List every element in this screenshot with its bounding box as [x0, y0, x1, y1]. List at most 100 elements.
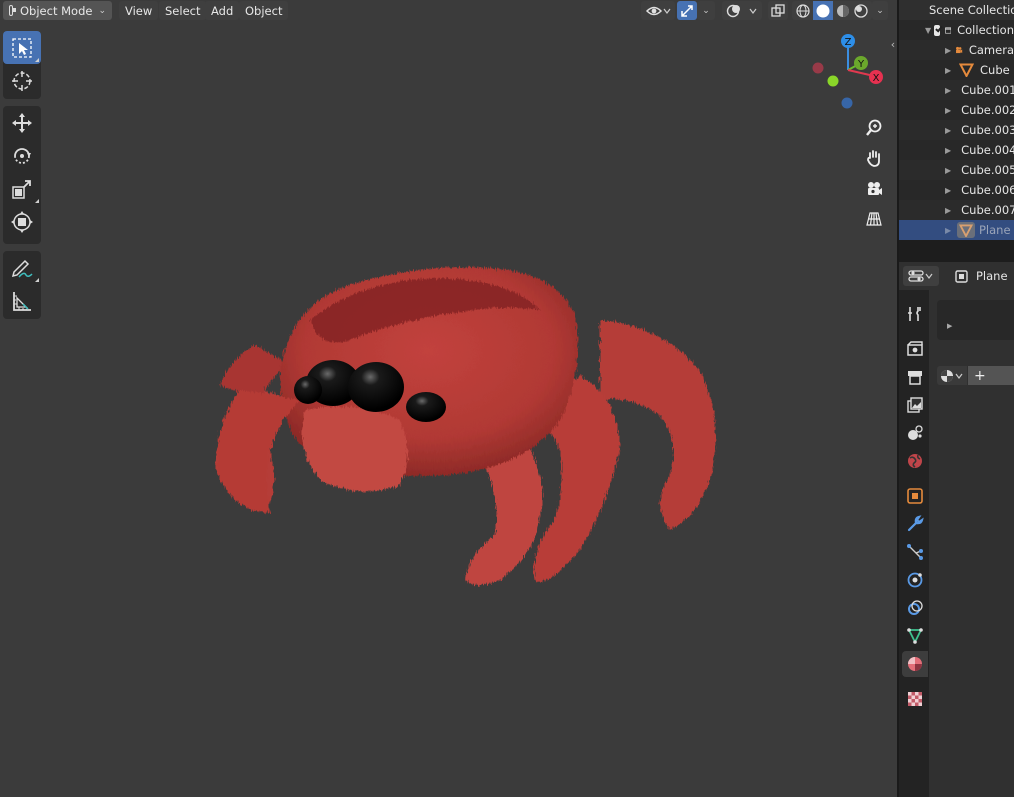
gizmo-dropdown[interactable]: ⌄ — [697, 1, 715, 20]
texture-icon — [908, 692, 922, 706]
outliner-item-label: Cube.004 — [961, 143, 1014, 157]
overlay-dropdown[interactable] — [722, 1, 762, 20]
outliner-item-camera[interactable]: ▶ Camera — [899, 40, 1014, 60]
visibility-dropdown[interactable] — [641, 1, 675, 20]
gizmo-neg-y[interactable] — [827, 75, 839, 87]
cursor-tool[interactable] — [3, 64, 41, 97]
gizmo-toggle[interactable] — [677, 1, 697, 20]
annotate-tool[interactable] — [3, 251, 41, 284]
tab-material[interactable] — [902, 651, 928, 677]
material-shading-icon[interactable] — [835, 3, 851, 19]
tab-physics[interactable] — [902, 567, 928, 593]
expand-triangle-icon[interactable]: ▶ — [945, 166, 951, 175]
tool-group-select — [3, 31, 41, 99]
move-tool[interactable] — [3, 106, 41, 139]
tab-texture[interactable] — [902, 686, 928, 712]
outliner-item-cube-005[interactable]: ▶ Cube.005 — [899, 160, 1014, 180]
cursor-icon — [12, 70, 32, 91]
transform-tool[interactable] — [3, 205, 41, 238]
properties-editor[interactable]: Plane ▶ + — [899, 262, 1014, 797]
eye-icon — [645, 6, 671, 15]
tab-world[interactable] — [902, 448, 928, 474]
object-mode-icon — [9, 5, 16, 16]
expand-triangle-icon[interactable]: ▼ — [925, 26, 931, 35]
collection-icon — [944, 26, 951, 34]
expand-triangle-icon[interactable]: ▶ — [945, 126, 951, 135]
expand-triangle-icon[interactable]: ▶ — [947, 322, 952, 330]
outliner-item-cube-006[interactable]: ▶ Cube.006 — [899, 180, 1014, 200]
tab-render[interactable] — [902, 336, 928, 362]
checkbox-icon[interactable] — [934, 24, 943, 36]
outliner-item-cube-003[interactable]: ▶ Cube.003 — [899, 120, 1014, 140]
outliner[interactable]: Scene Collection ▼ Collection ▶ Camera ▶… — [899, 0, 1014, 240]
tab-object[interactable] — [902, 483, 928, 509]
new-material-button[interactable]: + — [968, 366, 1014, 385]
tab-view-layer[interactable] — [902, 392, 928, 418]
chevron-down-icon: ⌄ — [98, 5, 106, 16]
xray-toggle[interactable] — [768, 1, 788, 20]
expand-triangle-icon[interactable]: ▶ — [945, 186, 951, 195]
outliner-item-cube[interactable]: ▶ Cube — [899, 60, 1014, 80]
ortho-toggle-button[interactable] — [860, 205, 888, 233]
expand-triangle-icon[interactable]: ▶ — [945, 66, 955, 75]
expand-triangle-icon[interactable]: ▶ — [945, 86, 951, 95]
rotate-tool[interactable] — [3, 139, 41, 172]
zoom-icon — [866, 119, 882, 136]
expand-triangle-icon[interactable]: ▶ — [945, 146, 951, 155]
scale-tool[interactable] — [3, 172, 41, 205]
properties-header: Plane — [899, 262, 1014, 290]
area-divider[interactable] — [899, 240, 1014, 262]
menu-object[interactable]: Object — [239, 1, 289, 20]
render-icon — [907, 341, 923, 356]
measure-tool[interactable] — [3, 284, 41, 317]
expand-triangle-icon[interactable]: ▶ — [945, 46, 951, 55]
tab-tool[interactable] — [902, 301, 928, 327]
outliner-item-label: Cube.005 — [961, 163, 1014, 177]
expand-triangle-icon[interactable]: ▶ — [945, 106, 951, 115]
wireframe-shading-icon[interactable] — [795, 3, 811, 19]
gizmo-neg-x[interactable] — [812, 62, 824, 74]
plus-icon: + — [974, 367, 986, 384]
outliner-item-cube-007[interactable]: ▶ Cube.007 — [899, 200, 1014, 220]
menu-view[interactable]: View — [119, 1, 159, 20]
zoom-button[interactable] — [860, 114, 888, 142]
tab-particles[interactable] — [902, 539, 928, 565]
outliner-item-cube-001[interactable]: ▶ Cube.001 — [899, 80, 1014, 100]
menu-select[interactable]: Select — [159, 1, 207, 20]
select-box-tool[interactable] — [3, 31, 41, 64]
editor-type-dropdown[interactable] — [903, 266, 939, 286]
gizmo-neg-z[interactable] — [841, 97, 853, 109]
mode-dropdown[interactable]: Object Mode ⌄ — [3, 1, 112, 20]
tab-scene[interactable] — [902, 420, 928, 446]
navigation-gizmo[interactable]: Z Y X — [804, 30, 894, 116]
pan-button[interactable] — [860, 144, 888, 172]
outliner-item-label: Cube — [980, 63, 1010, 77]
physics-icon — [907, 572, 923, 588]
crab-model[interactable] — [200, 250, 740, 595]
outliner-item-cube-002[interactable]: ▶ Cube.002 — [899, 100, 1014, 120]
3d-viewport[interactable]: Object Mode ⌄ View Select Add Object ⌄ ⌄… — [0, 0, 897, 797]
outliner-collection-row[interactable]: ▼ Collection — [899, 20, 1014, 40]
menu-add[interactable]: Add — [205, 1, 240, 20]
output-icon — [908, 371, 922, 385]
scale-icon — [12, 179, 31, 199]
material-slot-list[interactable]: ▶ — [937, 300, 1014, 340]
shading-modes[interactable] — [792, 1, 872, 20]
tab-constraints[interactable] — [902, 595, 928, 621]
material-browse-dropdown[interactable] — [937, 366, 967, 385]
tab-modifiers[interactable] — [902, 511, 928, 537]
outliner-item-cube-004[interactable]: ▶ Cube.004 — [899, 140, 1014, 160]
outliner-scene-row[interactable]: Scene Collection — [899, 0, 1014, 20]
tab-data[interactable] — [902, 623, 928, 649]
outliner-item-label: Cube.006 — [961, 183, 1014, 197]
rendered-shading-icon[interactable] — [853, 3, 869, 19]
expand-triangle-icon[interactable]: ▶ — [945, 206, 951, 215]
object-icon — [955, 269, 968, 283]
tab-output[interactable] — [902, 364, 928, 390]
camera-view-button[interactable] — [860, 175, 888, 203]
gizmo-z-label: Z — [845, 37, 852, 48]
solid-shading-icon[interactable] — [813, 1, 833, 20]
expand-triangle-icon[interactable]: ▶ — [945, 226, 955, 235]
outliner-item-plane[interactable]: ▶ Plane — [899, 220, 1014, 240]
shading-dropdown[interactable]: ⌄ — [872, 1, 888, 20]
